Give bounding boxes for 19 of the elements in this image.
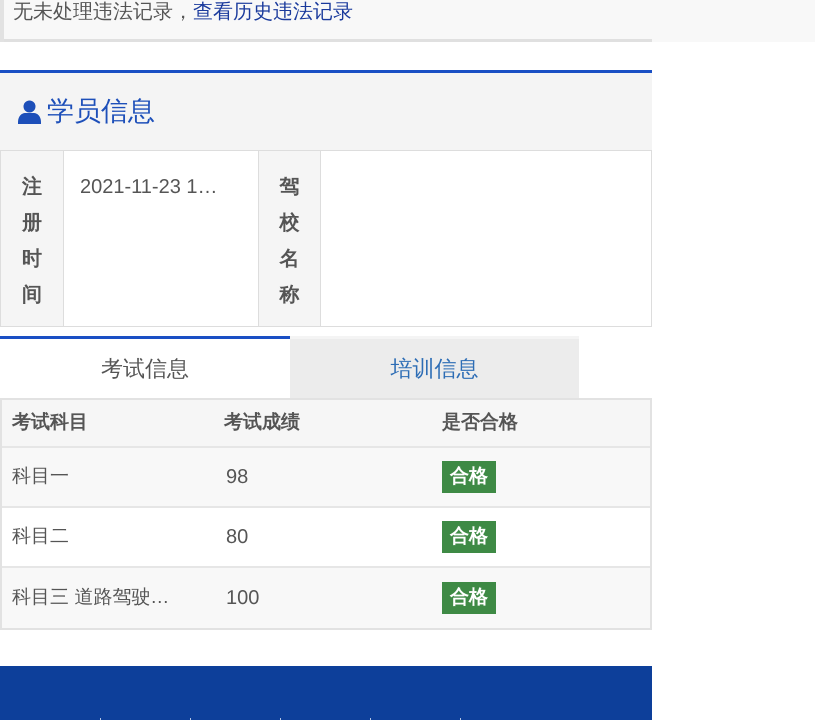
result-badge: 合格 xyxy=(442,461,496,493)
table-cell-text: 100 xyxy=(225,586,260,611)
column-header: 考试科目 xyxy=(10,410,89,435)
notice-text: 无未处理违法记录， xyxy=(13,0,193,24)
result-badge: 合格 xyxy=(442,582,496,614)
column-header: 是否合格 xyxy=(441,410,519,435)
label-cell: 驾校名称 xyxy=(258,151,321,326)
result-badge: 合格 xyxy=(442,521,496,553)
table-cell-text: 80 xyxy=(225,525,250,550)
tab[interactable]: 培训信息 xyxy=(290,336,579,398)
table-cell-text: 科目一 xyxy=(11,464,70,489)
table-cell-text: 98 xyxy=(225,465,250,490)
user-icon xyxy=(18,100,41,124)
label-cell: 注册时间 xyxy=(1,151,64,326)
section-title: 学员信息 xyxy=(47,95,155,128)
table-cell-text: 科目三 道路驾驶… xyxy=(11,586,170,610)
history-link[interactable]: 查看历史违法记录 xyxy=(193,0,353,24)
column-header: 考试成绩 xyxy=(222,410,301,435)
table-cell-text: 科目二 xyxy=(11,524,70,549)
